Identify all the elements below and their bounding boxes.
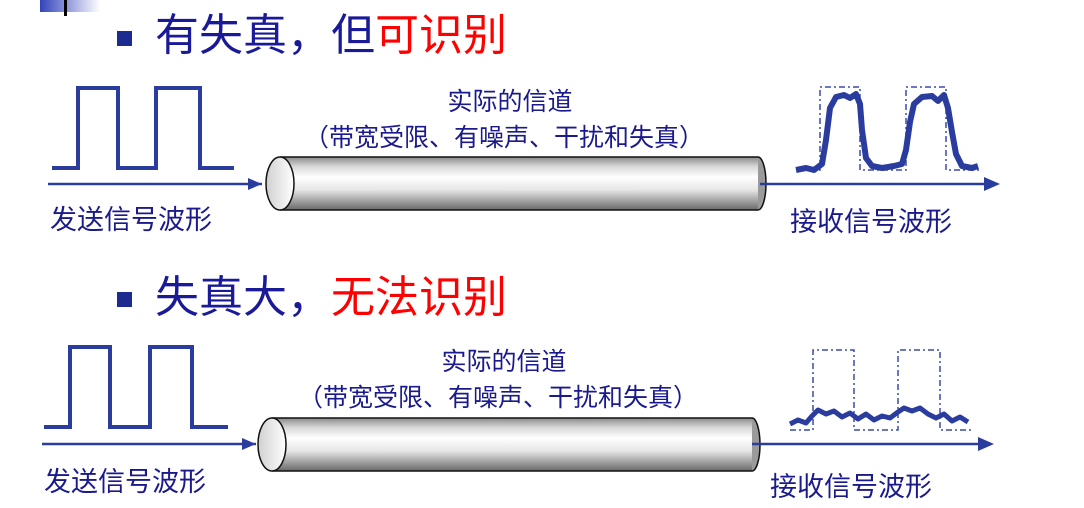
section1-output-arrowhead <box>984 177 1000 191</box>
section2-channel-pipe <box>257 417 761 472</box>
section2-recv-waveform <box>788 405 970 427</box>
section2-send-waveform <box>44 345 228 429</box>
section1-baseline-arrowhead <box>248 178 262 190</box>
section1-channel-pipe <box>265 156 767 211</box>
section1-send-waveform <box>52 86 234 170</box>
section2-baseline-arrowhead <box>242 438 256 450</box>
page: { "colors": { "wave": "#2a3d9e", "headin… <box>0 0 1084 508</box>
section1-recv-waveform <box>795 91 979 173</box>
section2-output-arrowhead <box>978 437 994 451</box>
diagram-svg <box>42 86 1000 472</box>
